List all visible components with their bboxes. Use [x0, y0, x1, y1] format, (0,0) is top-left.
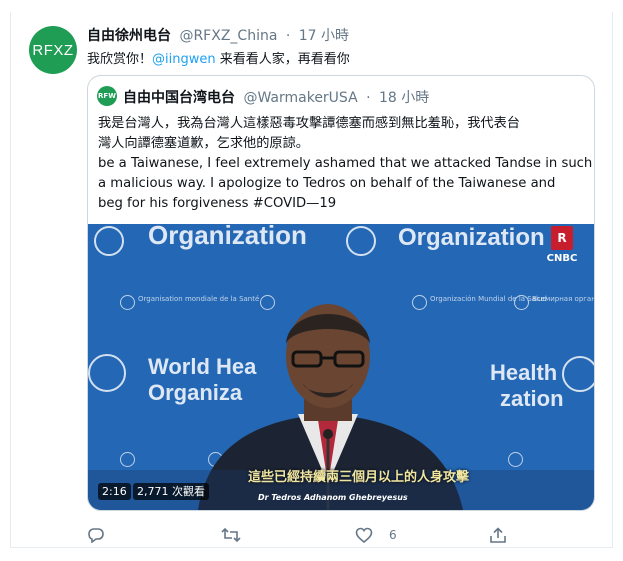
quote-timestamp[interactable]: 18 小時 [379, 90, 429, 106]
reply-icon [88, 528, 104, 543]
share-icon [490, 527, 506, 543]
who-emblem-icon [120, 452, 135, 467]
like-count: 6 [389, 528, 397, 542]
heart-icon [355, 527, 373, 543]
like-button[interactable]: 6 [355, 527, 397, 543]
cnbc-logo: R CNBC [541, 226, 583, 274]
retweet-icon [221, 527, 241, 543]
channel-logo-text: CNBC [546, 253, 578, 264]
backdrop-text: zation [500, 386, 564, 411]
who-emblem-icon [514, 295, 529, 310]
who-emblem-icon [346, 226, 376, 256]
backdrop-text: Organization [148, 224, 307, 250]
separator: · [285, 28, 291, 44]
quote-text-line: 灣人向譚德塞道歉，乞求他的原諒。 [98, 136, 309, 151]
tweet-text-after: 来看看人家，再看看你 [215, 52, 350, 67]
who-emblem-icon [562, 356, 594, 392]
share-button[interactable] [489, 527, 507, 544]
who-emblem-icon [94, 226, 124, 256]
avatar[interactable]: RFXZ [29, 26, 77, 74]
who-emblem-icon [508, 452, 523, 467]
quote-avatar[interactable]: RFW [97, 86, 117, 106]
retweet-button[interactable] [221, 527, 241, 543]
quoted-tweet[interactable]: RFW 自由中国台湾电台 @WarmakerUSA · 18 小時 我是台灣人，… [87, 75, 595, 511]
backdrop-small-text: Всемирная организация [532, 295, 594, 303]
quote-text-line: a malicious way. I apologize to Tedros o… [98, 176, 556, 191]
video-player[interactable]: Organization Organization Organisation m… [88, 224, 594, 510]
channel-logo-icon: R [551, 226, 573, 250]
mention-link[interactable]: @iingwen [152, 52, 216, 67]
timestamp[interactable]: 17 小時 [299, 28, 349, 44]
tweet-text-before: 我欣赏你！ [87, 52, 153, 67]
backdrop-text: Health [490, 360, 558, 385]
quote-handle[interactable]: @WarmakerUSA [243, 90, 357, 106]
quote-display-name[interactable]: 自由中国台湾电台 [123, 90, 235, 106]
video-duration: 2:16 [98, 483, 131, 500]
view-count: 2,771 次觀看 [133, 483, 209, 500]
quote-text: 我是台灣人，我為台灣人這樣惡毒攻擊譚德塞而感到無比羞恥，我代表台 灣人向譚德塞道… [98, 114, 592, 214]
display-name[interactable]: 自由徐州电台 [87, 28, 171, 44]
who-emblem-icon [120, 295, 135, 310]
quote-separator: · [366, 90, 371, 106]
tweet-header: 自由徐州电台 @RFXZ_China · 17 小時 [87, 25, 349, 45]
reply-button[interactable] [87, 527, 105, 543]
handle[interactable]: @RFXZ_China [179, 28, 277, 44]
quote-text-line: 我是台灣人，我為台灣人這樣惡毒攻擊譚德塞而感到無比羞恥，我代表台 [98, 116, 520, 131]
tweet-card[interactable]: RFXZ 自由徐州电台 @RFXZ_China · 17 小時 我欣赏你！@ii… [10, 12, 613, 548]
quote-header: 自由中国台湾电台 @WarmakerUSA · 18 小時 [123, 87, 429, 107]
video-subtitle: 這些已經持續兩三個月以上的人身攻擊 [248, 470, 470, 485]
quote-text-line: be a Taiwanese, I feel extremely ashamed… [98, 156, 593, 171]
speaker-caption: Dr Tedros Adhanom Ghebreyesus [258, 493, 408, 502]
who-emblem-icon [88, 354, 126, 392]
tweet-text: 我欣赏你！@iingwen 来看看人家，再看看你 [87, 48, 350, 67]
quote-text-line: beg for his forgiveness #COVID—19 [98, 196, 337, 211]
backdrop-text: Organization [398, 224, 545, 251]
